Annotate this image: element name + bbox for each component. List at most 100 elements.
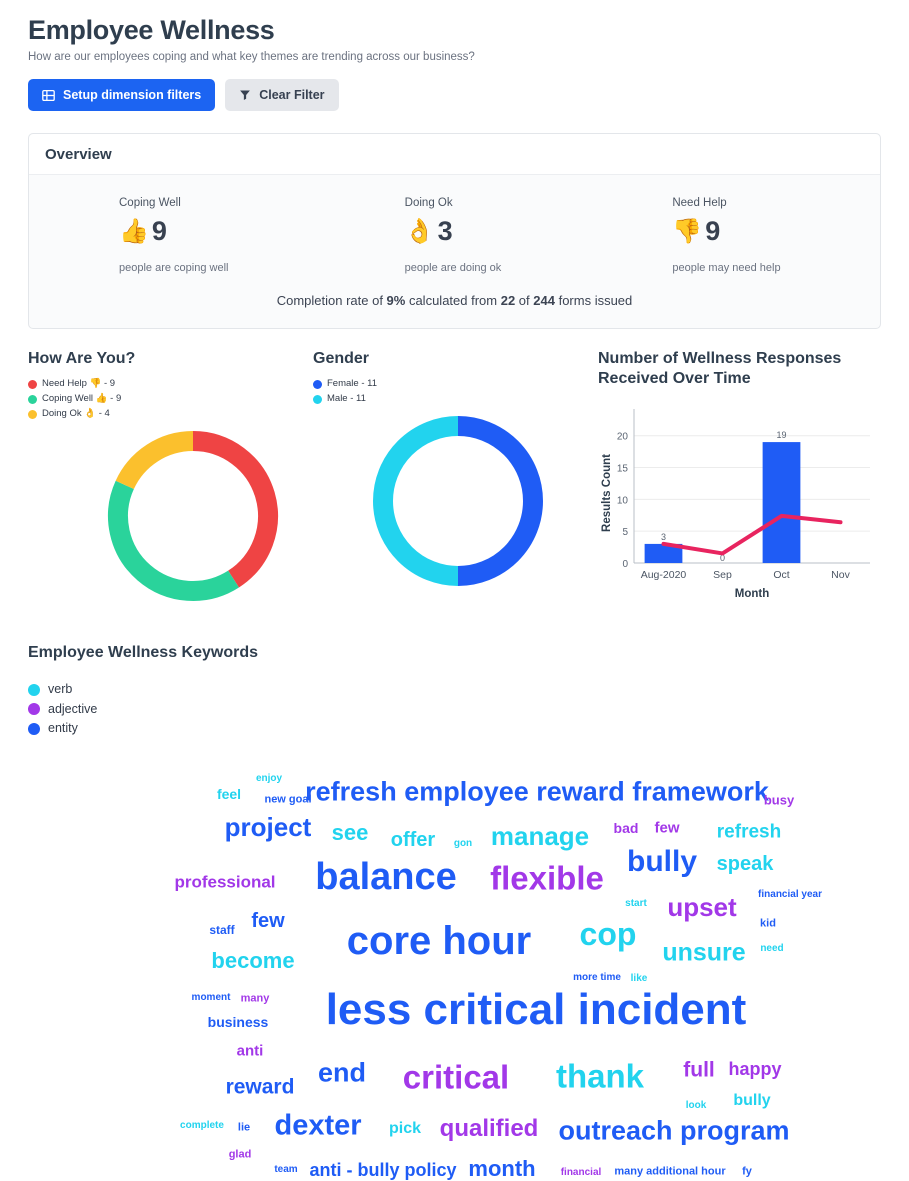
- clear-filter-button[interactable]: Clear Filter: [225, 79, 339, 112]
- charts-row: How Are You? Need Help 👎 - 9 Coping Well…: [28, 349, 881, 622]
- word-cloud-term[interactable]: moment: [192, 992, 231, 1003]
- word-cloud-term[interactable]: unsure: [662, 940, 745, 965]
- word-cloud-term[interactable]: flexible: [490, 861, 604, 894]
- word-cloud-term[interactable]: start: [625, 898, 647, 909]
- word-cloud-term[interactable]: glad: [229, 1149, 252, 1160]
- trend-line[interactable]: [661, 514, 843, 556]
- word-cloud-term[interactable]: pick: [389, 1120, 421, 1137]
- word-cloud-term[interactable]: bully: [627, 846, 697, 877]
- completion-of: of: [515, 293, 534, 309]
- word-cloud-term[interactable]: look: [686, 1100, 707, 1111]
- x-axis-tick-label: Sep: [713, 569, 732, 581]
- chart-title: Number of Wellness Responses Received Ov…: [598, 350, 842, 388]
- word-cloud-term[interactable]: many: [241, 993, 270, 1004]
- bar-value-label: 19: [776, 430, 786, 440]
- word-cloud-term[interactable]: many additional hour: [614, 1166, 725, 1177]
- setup-dimension-filters-button[interactable]: Setup dimension filters: [28, 79, 216, 112]
- word-cloud-term[interactable]: offer: [391, 830, 435, 850]
- word-cloud-term[interactable]: core hour: [347, 921, 531, 961]
- donut-segment[interactable]: [108, 480, 239, 601]
- donut-segment[interactable]: [373, 415, 459, 586]
- word-cloud-term[interactable]: happy: [728, 1060, 781, 1078]
- word-cloud-term[interactable]: lie: [238, 1122, 250, 1133]
- word-cloud-term[interactable]: professional: [174, 873, 275, 890]
- thumbs-down-icon: 👎: [672, 217, 703, 245]
- word-cloud-term[interactable]: dexter: [274, 1111, 361, 1140]
- gender-chart: Gender Female - 11 Male - 11: [313, 349, 598, 622]
- word-cloud-term[interactable]: refresh: [717, 822, 781, 841]
- word-cloud-term[interactable]: outreach program: [558, 1117, 789, 1144]
- word-cloud-term[interactable]: balance: [315, 858, 457, 896]
- word-cloud-term[interactable]: thank: [556, 1059, 644, 1092]
- completion-issued: 244: [533, 293, 555, 309]
- word-cloud-term[interactable]: feel: [217, 787, 241, 801]
- word-cloud-term[interactable]: full: [683, 1059, 715, 1080]
- how-are-you-donut: [28, 376, 313, 621]
- word-cloud-term[interactable]: business: [208, 1015, 269, 1029]
- word-cloud-term[interactable]: fy: [742, 1166, 752, 1177]
- word-cloud-term[interactable]: financial: [561, 1167, 602, 1178]
- word-cloud-term[interactable]: manage: [491, 823, 589, 849]
- stat-number: 9: [705, 216, 721, 247]
- clear-filter-label: Clear Filter: [259, 88, 325, 103]
- ok-hand-icon: 👌: [404, 217, 435, 245]
- how-are-you-chart: How Are You? Need Help 👎 - 9 Coping Well…: [28, 349, 313, 622]
- word-cloud-term[interactable]: anti - bully policy: [309, 1161, 456, 1179]
- donut-segment[interactable]: [192, 430, 278, 588]
- keywords-section: Employee Wellness Keywords verb adjectiv…: [28, 644, 881, 1179]
- word-cloud-term[interactable]: reward: [226, 1076, 295, 1097]
- word-cloud-term[interactable]: project: [225, 814, 312, 840]
- word-cloud-term[interactable]: qualified: [440, 1116, 539, 1141]
- word-cloud-term[interactable]: busy: [764, 793, 794, 806]
- word-cloud-term[interactable]: end: [318, 1059, 366, 1086]
- word-cloud-term[interactable]: become: [211, 949, 294, 972]
- filter-table-icon: [42, 89, 55, 102]
- x-axis-tick-label: Aug-2020: [641, 569, 687, 581]
- bar-value-label: 3: [661, 532, 666, 542]
- word-cloud-term[interactable]: few: [251, 911, 284, 931]
- donut-segment[interactable]: [115, 430, 194, 489]
- word-cloud-term[interactable]: see: [332, 821, 369, 844]
- completion-received: 22: [500, 293, 516, 309]
- y-axis-tick-label: 15: [617, 464, 629, 475]
- stat-value-row: 👎 9: [672, 218, 880, 245]
- responses-over-time-chart: Number of Wellness Responses Received Ov…: [598, 349, 881, 622]
- completion-rate-value: 9%: [386, 293, 406, 309]
- dashboard-page: Employee Wellness How are our employees …: [0, 14, 909, 1179]
- word-cloud-term[interactable]: team: [274, 1164, 297, 1175]
- word-cloud: enjoy feel new goal refresh employee reward…: [28, 685, 881, 1179]
- word-cloud-term[interactable]: kid: [760, 918, 776, 929]
- word-cloud-term[interactable]: less critical incident: [326, 987, 747, 1032]
- word-cloud-term[interactable]: like: [631, 973, 648, 984]
- word-cloud-term[interactable]: gon: [454, 838, 472, 849]
- chart-title: How Are You?: [28, 350, 136, 368]
- word-cloud-term[interactable]: enjoy: [256, 773, 282, 784]
- word-cloud-term[interactable]: complete: [180, 1120, 224, 1131]
- stat-description: people may need help: [672, 262, 781, 275]
- stat-label: Doing Ok: [404, 197, 453, 210]
- y-axis-tick-label: 5: [622, 528, 628, 539]
- word-cloud-term[interactable]: speak: [717, 854, 774, 874]
- word-cloud-term[interactable]: critical: [403, 1060, 509, 1093]
- donut-segment[interactable]: [457, 415, 543, 586]
- word-cloud-term[interactable]: upset: [667, 894, 736, 920]
- word-cloud-term[interactable]: few: [654, 820, 679, 835]
- word-cloud-term[interactable]: cop: [580, 918, 637, 950]
- bar-chart-svg: 051015203Aug-20200Sep19Oct NovMonthResult…: [601, 409, 870, 600]
- word-cloud-term[interactable]: anti: [237, 1043, 264, 1058]
- word-cloud-term[interactable]: more time: [573, 972, 621, 983]
- word-cloud-term[interactable]: refresh employee reward framework: [305, 778, 769, 805]
- bar[interactable]: [762, 442, 801, 564]
- page-subtitle: How are our employees coping and what ke…: [28, 51, 475, 64]
- word-cloud-term[interactable]: bad: [614, 821, 639, 835]
- overview-card: Overview Coping Well 👍 9 people are copi…: [28, 133, 881, 330]
- y-axis-tick-label: 0: [622, 559, 628, 570]
- word-cloud-term[interactable]: financial year: [758, 889, 822, 900]
- word-cloud-term[interactable]: need: [760, 943, 783, 954]
- word-cloud-term[interactable]: staff: [209, 924, 234, 936]
- word-cloud-term[interactable]: bully: [733, 1092, 770, 1109]
- word-cloud-term[interactable]: month: [468, 1157, 535, 1180]
- overview-stats: Coping Well 👍 9 people are coping well D…: [29, 175, 880, 280]
- stat-number: 3: [437, 216, 453, 247]
- x-axis-tick-label: Nov: [831, 569, 850, 581]
